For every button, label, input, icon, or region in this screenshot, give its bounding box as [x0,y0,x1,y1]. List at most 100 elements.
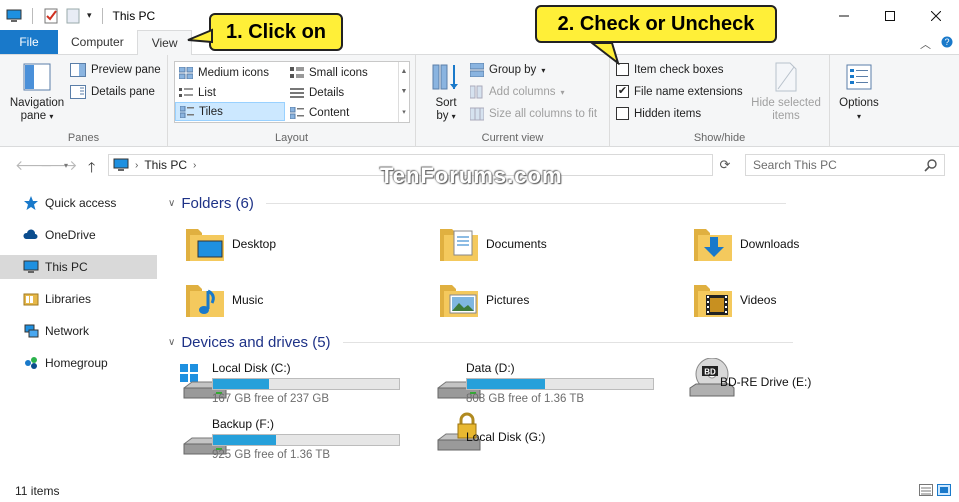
size-columns-button[interactable]: Size all columns to fit [470,107,597,121]
drive-g[interactable]: Local Disk (G:) [414,412,664,462]
minimize-button[interactable] [821,0,867,31]
expand-gallery-icon[interactable]: ▾ [402,108,406,116]
nav-item-libraries[interactable]: Libraries [0,287,157,311]
layout-medium-icons[interactable]: Medium icons [175,63,285,82]
current-view-group: Sort by ▾ Group by ▾ Add columns ▾ Size … [416,55,610,147]
drive-name: Local Disk (G:) [466,430,546,444]
drive-c[interactable]: Local Disk (C:) 167 GB free of 237 GB [160,360,410,406]
forward-button[interactable]: 🡒 [40,157,78,174]
breadcrumb-this-pc[interactable]: This PC [144,158,187,172]
hidden-items-checkbox[interactable]: Hidden items [616,107,701,120]
tab-file[interactable]: File [0,30,58,54]
breadcrumb-separator-icon[interactable]: › [135,160,138,171]
search-input[interactable]: Search This PC [745,154,945,176]
layout-gallery-scroll[interactable]: ▲ ▼ ▾ [398,62,409,122]
folder-music[interactable]: Music [184,279,263,321]
drive-d[interactable]: Data (D:) 808 GB free of 1.36 TB [414,360,664,406]
add-columns-button[interactable]: Add columns ▾ [470,85,565,99]
drive-usage-bar [212,434,400,446]
breadcrumb-separator-icon[interactable]: › [193,160,196,171]
callout-step1-pointer [187,28,213,44]
collapse-ribbon-icon[interactable]: ︿ [920,36,931,52]
folders-header-label: Folders (6) [181,195,254,212]
file-name-extensions-checkbox[interactable]: ✔ File name extensions [616,85,743,98]
toolbar-separator [32,7,33,24]
hide-selected-items-button[interactable]: Hide selected items [748,61,824,123]
content-icon [290,106,304,119]
layout-details[interactable]: Details [286,83,396,102]
drive-name: Local Disk (C:) [212,361,291,375]
drive-usage-bar [466,378,654,390]
drives-section-header[interactable]: ∨ Devices and drives (5) [168,334,793,351]
layout-small-icons[interactable]: Small icons [286,63,396,82]
layout-small-icons-label: Small icons [309,66,368,79]
group-by-icon [470,63,484,77]
quick-access-toolbar: ▾ [0,7,107,24]
options-button[interactable]: Options ▾ [832,61,886,123]
layout-list[interactable]: List [175,83,285,102]
scroll-up-icon[interactable]: ▲ [401,68,408,75]
drive-e[interactable]: BD BD-RE Drive (E:) [668,358,918,406]
nav-item-this-pc[interactable]: This PC [0,255,157,279]
homegroup-icon [25,357,37,369]
nav-item-quick-access[interactable]: Quick access [0,191,157,215]
scroll-down-icon[interactable]: ▼ [401,88,408,95]
folder-videos[interactable]: Videos [692,279,776,321]
layout-tiles[interactable]: Tiles [175,102,285,121]
navigation-pane-label: Navigation [9,97,65,109]
this-pc-icon [23,260,39,273]
group-by-label: Group by [489,64,537,76]
this-pc-icon [113,158,129,171]
item-check-boxes-label: Item check boxes [634,63,724,76]
layout-content-label: Content [309,106,350,119]
customize-toolbar-icon[interactable]: ▾ [87,10,92,21]
title-bar: ▾ This PC [0,0,959,31]
folder-downloads[interactable]: Downloads [692,223,799,265]
preview-pane-button[interactable]: Preview pane [70,63,161,77]
group-by-button[interactable]: Group by ▾ [470,63,545,77]
navigation-pane-icon [23,63,51,91]
nav-item-onedrive[interactable]: OneDrive [0,223,157,247]
folder-documents[interactable]: Documents [438,223,547,265]
drive-usage-fill [213,379,269,389]
drive-name: BD-RE Drive (E:) [720,375,812,389]
help-icon[interactable]: ? [941,36,953,48]
tab-computer[interactable]: Computer [58,30,137,54]
nav-item-network[interactable]: Network [0,319,157,343]
svg-text:?: ? [944,37,949,47]
hide-selected-icon [775,62,797,92]
details-pane-button[interactable]: Details pane [70,85,155,99]
layout-group-label: Layout [274,132,309,144]
properties-icon[interactable] [43,8,59,24]
up-button[interactable]: 🡑 [88,157,95,181]
maximize-button[interactable] [867,0,913,31]
collapse-chevron-icon[interactable]: ∨ [168,198,175,209]
layout-content[interactable]: Content [286,103,396,122]
nav-item-homegroup[interactable]: Homegroup [0,351,157,375]
new-folder-icon[interactable] [65,8,81,24]
ribbon-controls: ︿ ? [920,36,953,52]
folders-section-header[interactable]: ∨ Folders (6) [168,195,786,212]
details-view-icon[interactable] [919,484,933,496]
sort-by-button[interactable]: Sort by ▾ [424,61,468,123]
navigation-pane-button[interactable]: Navigation pane ▾ [4,61,70,123]
callout-step1-text: 1. Click on [225,20,327,43]
recent-locations-button[interactable]: ▾ [64,161,68,170]
tiles-icon [180,105,194,118]
tab-view[interactable]: View [136,30,193,55]
folder-desktop[interactable]: Desktop [184,223,276,265]
hidden-items-box[interactable] [616,107,629,120]
minimize-icon [839,15,849,16]
collapse-chevron-icon[interactable]: ∨ [168,337,175,348]
folder-pictures[interactable]: Pictures [438,279,529,321]
chevron-down-icon: ▾ [560,87,565,97]
close-button[interactable] [913,0,959,31]
item-check-boxes-checkbox[interactable]: Item check boxes [616,63,723,76]
refresh-button[interactable]: ⟳ [713,154,737,176]
preview-pane-label: Preview pane [91,64,161,76]
small-icons-icon [290,66,304,78]
downloads-folder-icon [694,229,732,261]
file-name-extensions-box[interactable]: ✔ [616,85,629,98]
drive-f[interactable]: Backup (F:) 925 GB free of 1.36 TB [160,416,410,462]
large-icons-view-icon[interactable] [937,484,951,496]
